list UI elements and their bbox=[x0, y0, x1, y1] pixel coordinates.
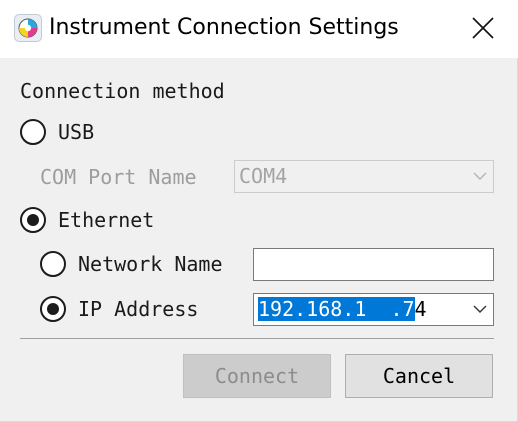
radio-dot bbox=[27, 214, 39, 226]
network-name-label[interactable]: Network Name bbox=[78, 251, 223, 277]
chevron-down-icon bbox=[473, 172, 487, 180]
ip-address-radio[interactable] bbox=[40, 296, 66, 322]
title-bar: Instrument Connection Settings bbox=[0, 0, 518, 58]
dialog-window: Instrument Connection Settings Connectio… bbox=[0, 0, 518, 422]
ip-address-selected-text: 192.168.1 .7 bbox=[258, 297, 415, 321]
divider bbox=[20, 338, 494, 339]
com-port-select[interactable]: COM4 bbox=[234, 160, 494, 193]
network-name-radio[interactable] bbox=[40, 251, 66, 277]
radio-dot bbox=[47, 303, 59, 315]
usb-radio[interactable] bbox=[20, 119, 46, 145]
close-button[interactable] bbox=[458, 8, 508, 48]
ip-address-combobox[interactable]: 192.168.1 .74 bbox=[253, 293, 494, 326]
app-logo-icon bbox=[14, 14, 42, 42]
chevron-down-icon bbox=[473, 305, 487, 313]
ethernet-radio[interactable] bbox=[20, 207, 46, 233]
network-name-input[interactable] bbox=[253, 248, 494, 281]
usb-label[interactable]: USB bbox=[58, 119, 94, 145]
close-icon bbox=[472, 17, 494, 39]
connection-method-label: Connection method bbox=[20, 79, 225, 103]
com-port-value: COM4 bbox=[239, 164, 288, 188]
window-title: Instrument Connection Settings bbox=[49, 15, 399, 40]
ip-address-label[interactable]: IP Address bbox=[78, 296, 198, 322]
cancel-button[interactable]: Cancel bbox=[345, 354, 493, 398]
com-port-label: COM Port Name bbox=[40, 165, 197, 189]
ethernet-label[interactable]: Ethernet bbox=[58, 207, 154, 233]
ip-address-rest-text: 4 bbox=[414, 297, 427, 321]
connect-button[interactable]: Connect bbox=[183, 354, 331, 398]
ip-address-value: 192.168.1 .74 bbox=[258, 294, 427, 325]
